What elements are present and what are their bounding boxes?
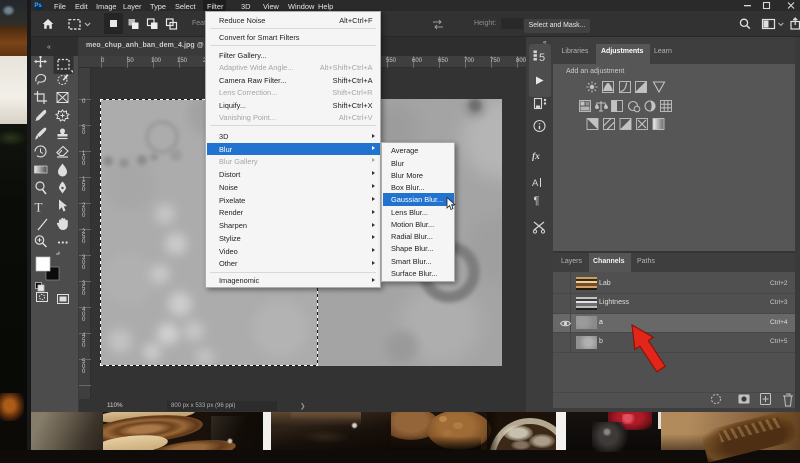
svg-text:fx: fx [532, 152, 540, 162]
svg-text:5: 5 [539, 52, 545, 64]
svg-text:T: T [35, 200, 43, 215]
svg-text:¶: ¶ [534, 195, 540, 207]
svg-text:A: A [532, 178, 539, 189]
